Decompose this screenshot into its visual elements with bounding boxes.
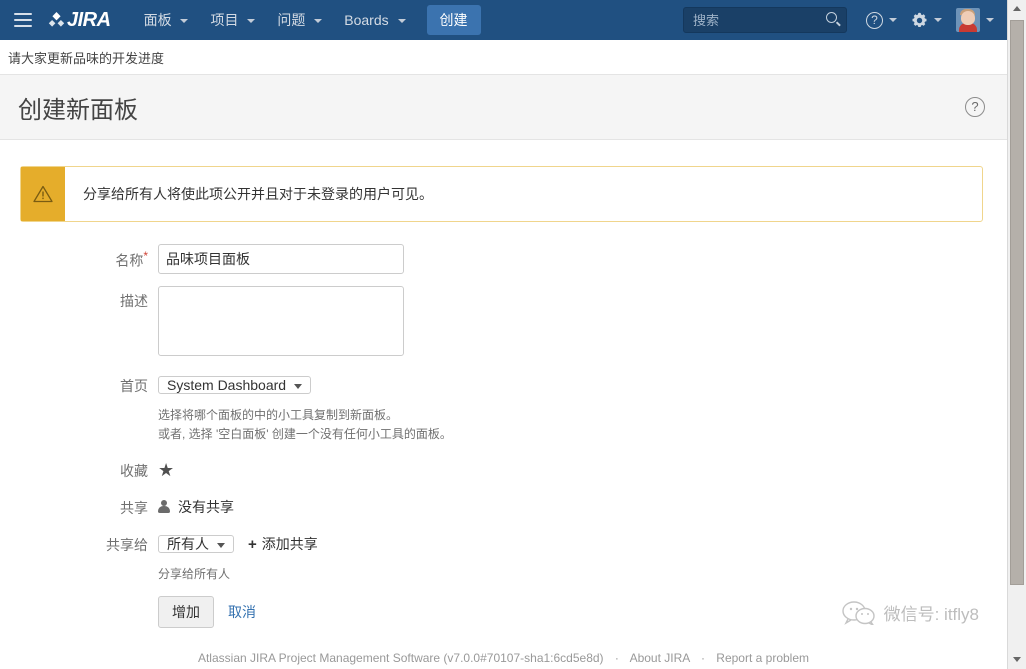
footer-separator: · (614, 651, 619, 665)
scrollbar-up-arrow[interactable] (1008, 0, 1026, 18)
share-value: 没有共享 (178, 499, 234, 515)
scrollbar-down-arrow[interactable] (1008, 651, 1026, 669)
share-with-select[interactable]: 所有人 (158, 535, 234, 553)
page-header: 创建新面板 ? (0, 75, 1007, 140)
vertical-scrollbar[interactable] (1007, 0, 1026, 669)
nav-item-dashboards[interactable]: 面板 (133, 0, 200, 40)
page-content: 分享给所有人将使此项公开并且对于未登录的用户可见。 名称* 描述 (0, 140, 1007, 628)
share-with-help-text: 分享给所有人 (158, 567, 231, 581)
homepage-help-line-2: 或者, 选择 '空白面板' 创建一个没有任何小工具的面板。 (158, 427, 452, 441)
search-icon[interactable] (826, 12, 841, 27)
chevron-down-icon (397, 19, 406, 24)
description-label: 描述 (120, 293, 148, 309)
avatar (956, 8, 980, 32)
star-icon[interactable]: ★ (158, 461, 174, 479)
help-menu-button[interactable]: ? (859, 0, 904, 40)
hamburger-menu-icon[interactable] (14, 13, 32, 27)
create-button[interactable]: 创建 (426, 5, 481, 35)
required-asterisk: * (143, 249, 148, 263)
description-textarea[interactable] (158, 286, 404, 356)
add-share-button[interactable]: + 添加共享 (248, 534, 318, 554)
search-container (683, 7, 847, 33)
nav-item-issues-label: 问题 (277, 12, 306, 28)
name-label-text: 名称 (115, 252, 144, 269)
share-with-label: 共享给 (106, 537, 148, 553)
footer-product-info: Atlassian JIRA Project Management Softwa… (197, 651, 604, 665)
page-help-icon[interactable]: ? (965, 97, 985, 117)
chevron-down-icon (247, 19, 256, 24)
footer-about-link[interactable]: About JIRA (630, 651, 690, 665)
jira-logo[interactable]: JIRA (48, 9, 111, 32)
footer-report-link[interactable]: Report a problem (716, 651, 809, 665)
name-field-container (158, 244, 404, 274)
form-row-name: 名称* (20, 244, 987, 274)
nav-item-dashboards-label: 面板 (143, 12, 172, 28)
chevron-down-icon (180, 19, 189, 24)
nav-item-projects-label: 项目 (210, 12, 239, 28)
form-row-actions: 增加 取消 (20, 596, 987, 628)
share-with-field-container: 所有人 + 添加共享 分享给所有人 (158, 530, 318, 584)
description-field-container (158, 286, 404, 359)
favorite-label: 收藏 (120, 463, 148, 479)
name-input[interactable] (158, 244, 404, 274)
nav-item-boards-label: Boards (344, 12, 389, 28)
cancel-link[interactable]: 取消 (228, 602, 256, 622)
name-label: 名称* (20, 244, 158, 274)
warning-message: 分享给所有人将使此项公开并且对于未登录的用户可见。 (83, 186, 433, 202)
browser-viewport: JIRA 面板 项目 问题 Boards 创建 搜索 ? 请大家更新品味的开发进… (0, 0, 1007, 669)
jira-logo-mark (48, 11, 65, 30)
warning-triangle-icon (33, 185, 53, 203)
breadcrumb: 请大家更新品味的开发进度 (0, 40, 1007, 75)
chevron-down-icon (934, 18, 942, 22)
form-row-share-with: 共享给 所有人 + 添加共享 分享给所有人 (20, 530, 987, 584)
homepage-help-line-1: 选择将哪个面板的中的小工具复制到新面板。 (158, 408, 399, 422)
nav-item-issues[interactable]: 问题 (266, 0, 333, 40)
search-input[interactable] (683, 7, 847, 33)
homepage-label: 首页 (120, 378, 148, 394)
breadcrumb-item[interactable]: 请大家更新品味的开发进度 (8, 48, 164, 67)
form-row-description: 描述 (20, 286, 987, 359)
homepage-help-text: 选择将哪个面板的中的小工具复制到新面板。 或者, 选择 '空白面板' 创建一个没… (158, 406, 452, 444)
settings-menu-button[interactable] (904, 0, 949, 40)
actions-spacer (20, 596, 158, 628)
chevron-down-icon (314, 19, 323, 24)
form-row-share: 共享 没有共享 (20, 493, 987, 518)
warning-icon-container (21, 167, 65, 221)
share-with-select-wrapper: 所有人 (158, 530, 234, 558)
jira-logo-text: JIRA (67, 8, 111, 31)
person-icon (158, 500, 170, 514)
share-with-controls: 所有人 + 添加共享 (158, 530, 318, 558)
homepage-select[interactable]: System Dashboard (158, 376, 312, 394)
share-field-container: 没有共享 (158, 493, 234, 518)
homepage-select-wrapper: System Dashboard (158, 371, 312, 399)
submit-button[interactable]: 增加 (158, 596, 214, 628)
chevron-down-icon (986, 18, 994, 22)
share-label: 共享 (120, 500, 148, 516)
create-dashboard-form: 名称* 描述 首页 System Dashboard (20, 244, 987, 628)
actions-container: 增加 取消 (158, 596, 256, 628)
scrollbar-thumb[interactable] (1010, 20, 1024, 585)
plus-icon: + (248, 535, 257, 553)
gear-icon (911, 12, 928, 29)
page-footer: Atlassian JIRA Project Management Softwa… (0, 651, 1007, 669)
top-navigation-bar: JIRA 面板 项目 问题 Boards 创建 搜索 ? (0, 0, 1007, 40)
form-row-homepage: 首页 System Dashboard 选择将哪个面板的中的小工具复制到新面板。… (20, 371, 987, 444)
nav-item-projects[interactable]: 项目 (199, 0, 266, 40)
add-share-label: 添加共享 (261, 536, 318, 552)
nav-item-boards[interactable]: Boards (333, 0, 416, 40)
warning-banner: 分享给所有人将使此项公开并且对于未登录的用户可见。 (20, 166, 983, 222)
top-navigation-right: ? (683, 0, 1001, 40)
form-row-favorite: 收藏 ★ (20, 456, 987, 481)
favorite-field-container: ★ (158, 456, 174, 481)
footer-separator: · (700, 651, 705, 665)
page-title: 创建新面板 (18, 96, 138, 124)
user-profile-button[interactable] (949, 0, 1001, 40)
homepage-field-container: System Dashboard 选择将哪个面板的中的小工具复制到新面板。 或者… (158, 371, 452, 444)
chevron-down-icon (889, 18, 897, 22)
help-icon: ? (866, 11, 883, 29)
